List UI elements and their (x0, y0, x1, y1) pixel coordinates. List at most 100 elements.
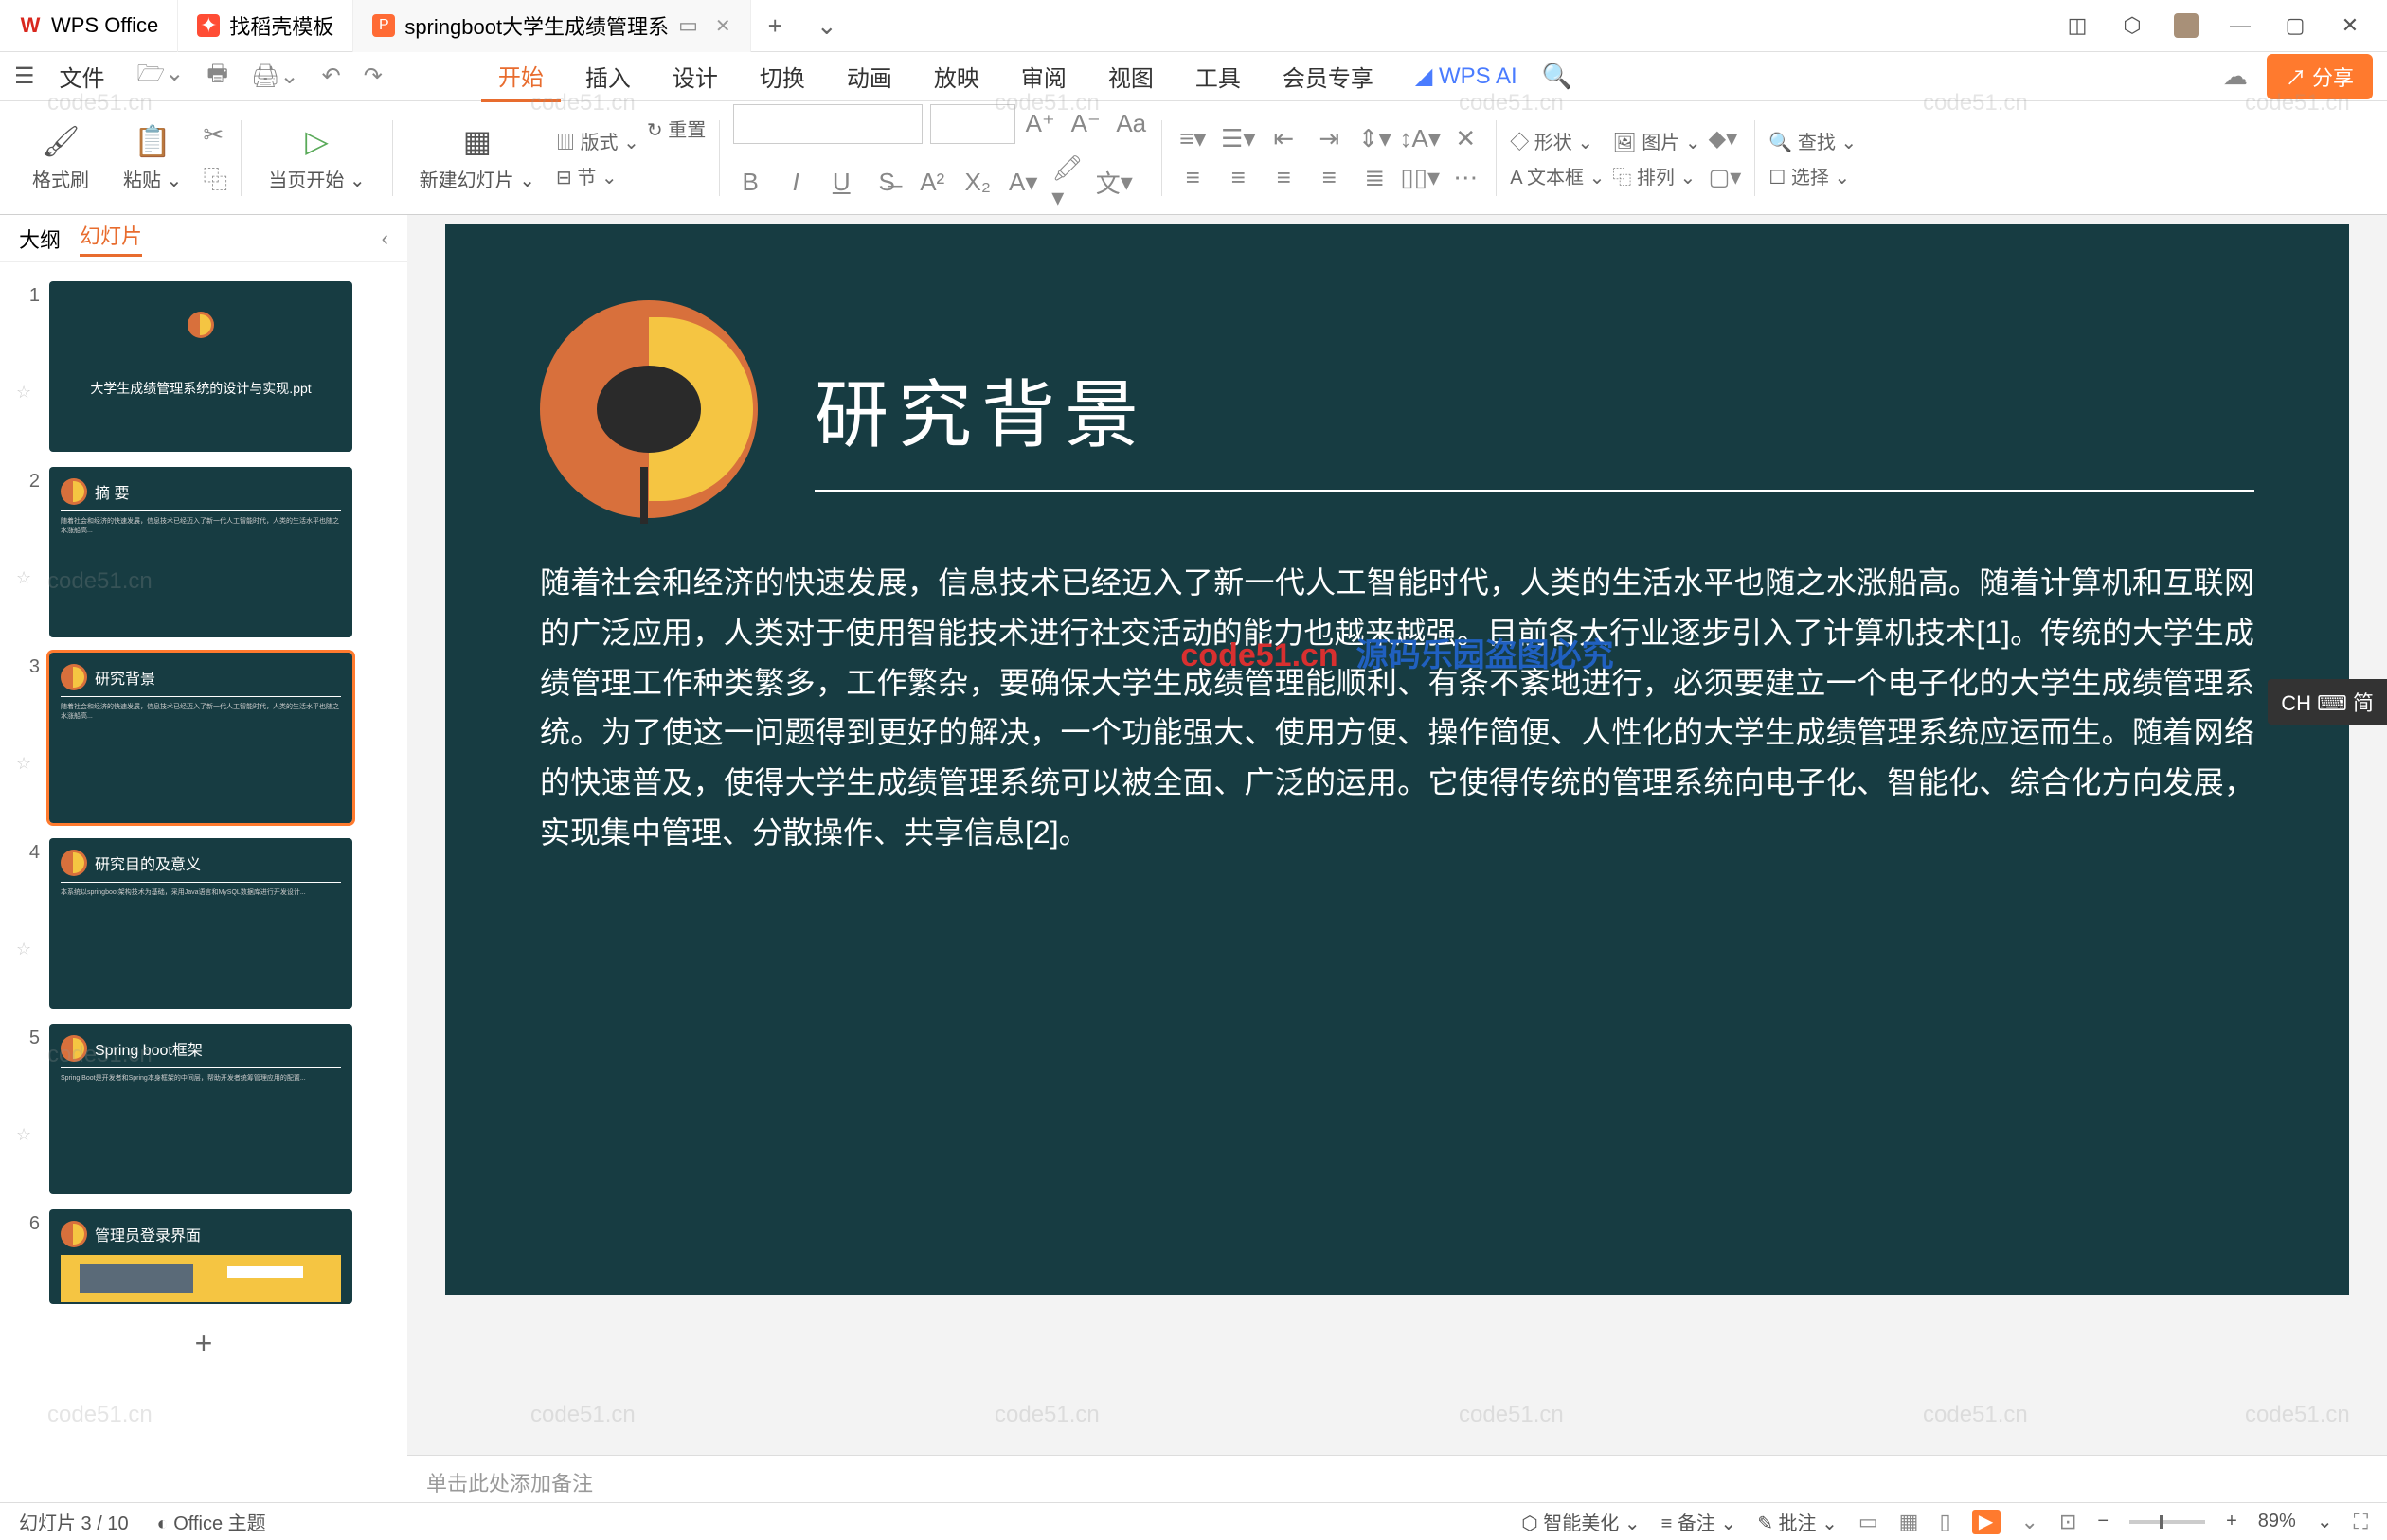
font-family-select[interactable] (733, 104, 923, 144)
ribbon-shape[interactable]: ◇ 形状 ⌄ (1510, 127, 1605, 154)
ribbon-reset[interactable]: ↻ 重置 (647, 115, 706, 142)
numbering-icon[interactable]: ☰▾ (1221, 124, 1255, 153)
menu-file[interactable]: 文件 (43, 52, 122, 100)
zoom-in-icon[interactable]: + (2226, 1511, 2237, 1532)
ribbon-new-slide[interactable]: ▦ 新建幻灯片 ⌄ (406, 123, 548, 192)
ribbon-textbox[interactable]: A 文本框 ⌄ (1510, 162, 1605, 189)
slide-canvas[interactable]: 研究背景 随着社会和经济的快速发展，信息技术已经迈入了新一代人工智能时代，人类的… (445, 224, 2349, 1295)
copy-icon[interactable]: ⿻ (203, 161, 227, 196)
text-direction-icon[interactable]: ↕A▾ (1403, 124, 1437, 153)
underline-icon[interactable]: U (824, 153, 858, 212)
columns-icon[interactable]: ▯▯▾ (1403, 163, 1437, 192)
thumbnail[interactable]: 大学生成绩管理系统的设计与实现.ppt (49, 281, 352, 452)
zoom-value[interactable]: 89% (2258, 1511, 2296, 1532)
change-case-icon[interactable]: Aa (1114, 104, 1148, 144)
window-cube-icon[interactable]: ⬡ (2119, 12, 2145, 39)
present-icon[interactable]: ▭ (678, 13, 698, 38)
slideshow-button[interactable]: ▶ (1972, 1510, 2001, 1534)
fullscreen-icon[interactable]: ⛶ (2354, 1510, 2368, 1534)
menu-start[interactable]: 开始 (481, 51, 561, 102)
view-normal-icon[interactable]: ▭ (1858, 1510, 1878, 1534)
menu-transition[interactable]: 切换 (743, 52, 822, 100)
font-color-icon[interactable]: A▾ (1006, 153, 1040, 212)
tab-wps-office[interactable]: W WPS Office (0, 0, 178, 52)
view-reading-icon[interactable]: ▯ (1939, 1510, 1950, 1534)
minimize-icon[interactable]: — (2227, 12, 2253, 39)
ribbon-arrange[interactable]: ⿻ 排列 ⌄ (1612, 162, 1700, 189)
italic-icon[interactable]: I (779, 153, 813, 212)
increase-indent-icon[interactable]: ⇥ (1312, 124, 1346, 153)
font-size-select[interactable] (930, 104, 1015, 144)
search-icon[interactable]: 🔍 (1542, 62, 1572, 91)
star-icon[interactable]: ☆ (16, 1078, 35, 1145)
star-icon[interactable]: ☆ (16, 892, 35, 959)
menu-design[interactable]: 设计 (655, 52, 735, 100)
menu-insert[interactable]: 插入 (568, 52, 648, 100)
subscript-icon[interactable]: X₂ (960, 153, 995, 212)
canvas-scroll[interactable]: 研究背景 随着社会和经济的快速发展，信息技术已经迈入了新一代人工智能时代，人类的… (407, 215, 2387, 1455)
align-justify-icon[interactable]: ≡ (1312, 163, 1346, 192)
thumbnail-row[interactable]: 2 ☆ 摘 要 随着社会和经济的快速发展，信息技术已经迈入了新一代人工智能时代，… (0, 459, 407, 645)
menu-slideshow[interactable]: 放映 (917, 52, 996, 100)
view-sorter-icon[interactable]: ▦ (1899, 1510, 1919, 1534)
menu-animation[interactable]: 动画 (830, 52, 909, 100)
notes-placeholder[interactable]: 单击此处添加备注 (407, 1455, 2387, 1502)
bullets-icon[interactable]: ≡▾ (1176, 124, 1210, 153)
line-spacing-icon[interactable]: ⇕▾ (1357, 124, 1391, 153)
distribute-icon[interactable]: ≣ (1357, 163, 1391, 192)
thumbnail[interactable]: 摘 要 随着社会和经济的快速发展，信息技术已经迈入了新一代人工智能时代，人类的生… (49, 467, 352, 637)
thumbnail-row[interactable]: 1 ☆ 大学生成绩管理系统的设计与实现.ppt (0, 274, 407, 459)
maximize-icon[interactable]: ▢ (2282, 12, 2308, 39)
thumbnail-selected[interactable]: 研究背景 随着社会和经济的快速发展，信息技术已经迈入了新一代人工智能时代，人类的… (49, 653, 352, 823)
new-tab-button[interactable]: + (751, 11, 799, 41)
status-remark[interactable]: ≡ 备注 ⌄ (1661, 1508, 1737, 1535)
undo-icon[interactable]: ↶ (314, 63, 349, 90)
tab-outline[interactable]: 大纲 (19, 224, 61, 254)
collapse-panel-icon[interactable]: ‹ (382, 226, 388, 251)
align-center-icon[interactable]: ≡ (1221, 163, 1255, 192)
highlight-icon[interactable]: 🖍▾ (1051, 153, 1086, 212)
clear-format-icon[interactable]: ✕ (1448, 124, 1482, 153)
menu-wps-ai[interactable]: ◢ WPS AI (1398, 55, 1534, 98)
tab-slides[interactable]: 幻灯片 (80, 220, 142, 257)
menu-view[interactable]: 视图 (1091, 52, 1171, 100)
thumbnail-row[interactable]: 6 管理员登录界面 (0, 1202, 407, 1312)
more-para-icon[interactable]: ⋯ (1448, 163, 1482, 192)
thumbnail[interactable]: 管理员登录界面 (49, 1209, 352, 1304)
ribbon-layout[interactable]: ▥ 版式 ⌄ (556, 127, 639, 154)
tab-document[interactable]: P springboot大学生成绩管理系 ▭ ✕ (353, 0, 750, 52)
zoom-dropdown[interactable]: ⌄ (2317, 1510, 2333, 1533)
ribbon-select[interactable]: ☐ 选择 ⌄ (1768, 162, 1857, 189)
thumbnail-row[interactable]: 3 ☆ 研究背景 随着社会和经济的快速发展，信息技术已经迈入了新一代人工智能时代… (0, 645, 407, 831)
status-review[interactable]: ✎ 批注 ⌄ (1757, 1508, 1838, 1535)
star-icon[interactable]: ☆ (16, 521, 35, 588)
menu-review[interactable]: 审阅 (1004, 52, 1084, 100)
tab-template[interactable]: ✦ 找稻壳模板 (178, 0, 353, 52)
avatar-icon[interactable] (2174, 13, 2199, 38)
zoom-out-icon[interactable]: − (2097, 1511, 2109, 1532)
thumbnail-list[interactable]: 1 ☆ 大学生成绩管理系统的设计与实现.ppt 2 ☆ 摘 要 随着社会和经济的… (0, 262, 407, 1502)
zoom-slider[interactable] (2129, 1520, 2205, 1524)
star-icon[interactable]: ☆ (16, 707, 35, 774)
redo-icon[interactable]: ↷ (356, 63, 390, 90)
menu-tools[interactable]: 工具 (1178, 52, 1258, 100)
align-left-icon[interactable]: ≡ (1176, 163, 1210, 192)
close-window-icon[interactable]: ✕ (2337, 12, 2363, 39)
text-vertical-icon[interactable]: 文▾ (1097, 153, 1131, 212)
thumbnail-row[interactable]: 5 ☆ Spring boot框架 Spring Boot是开发者和Spring… (0, 1016, 407, 1202)
bold-icon[interactable]: B (733, 153, 767, 212)
star-icon[interactable]: ☆ (16, 335, 35, 403)
strikethrough-icon[interactable]: S̶ (870, 153, 904, 212)
status-beautify[interactable]: ⬡ 智能美化 ⌄ (1521, 1508, 1640, 1535)
print-icon[interactable]: 🖨⌄ (243, 63, 307, 90)
window-app-icon[interactable]: ◫ (2064, 12, 2091, 39)
ribbon-from-current[interactable]: ▷ 当页开始 ⌄ (255, 123, 378, 192)
ribbon-find[interactable]: 🔍 查找 ⌄ (1768, 127, 1857, 154)
increase-font-icon[interactable]: A⁺ (1023, 104, 1057, 144)
ribbon-paste[interactable]: 📋 粘贴 ⌄ (110, 123, 195, 192)
fit-icon[interactable]: ⊡ (2059, 1510, 2076, 1534)
thumbnail[interactable]: Spring boot框架 Spring Boot是开发者和Spring本身框架… (49, 1024, 352, 1194)
add-slide-button[interactable]: + (0, 1312, 407, 1375)
ribbon-format-brush[interactable]: 🖌 格式刷 (19, 123, 102, 192)
decrease-font-icon[interactable]: A⁻ (1068, 104, 1103, 144)
